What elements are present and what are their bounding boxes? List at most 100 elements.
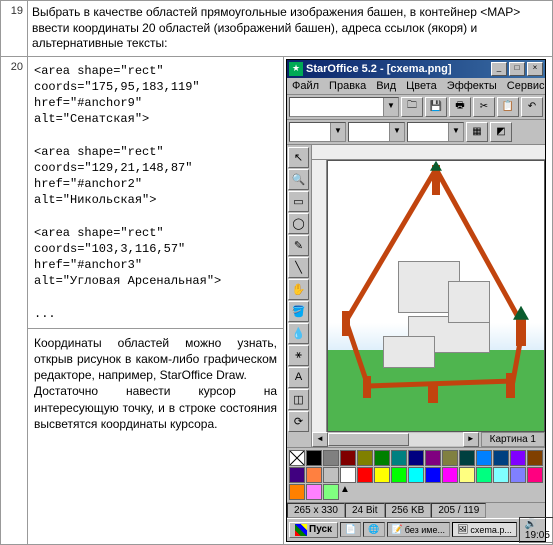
zoom-tool-icon[interactable]: 🔍	[288, 169, 309, 190]
canvas-tab[interactable]: Картина 1	[481, 432, 545, 447]
rect-tool-icon[interactable]: ▭	[288, 191, 309, 212]
taskbar-item[interactable]: 🌐	[363, 522, 384, 537]
minimize-button[interactable]: _	[491, 62, 507, 76]
app-icon: ★	[289, 62, 303, 76]
canvas[interactable]	[327, 160, 545, 432]
color-swatch[interactable]	[476, 450, 492, 466]
left-toolbox: ↖ 🔍 ▭ ◯ ✎ ╲ ✋ 🪣 💧 ⚹ A ◫ ⟳	[287, 145, 312, 447]
color-swatch[interactable]	[340, 467, 356, 483]
color-swatch[interactable]	[323, 450, 339, 466]
building-icon	[448, 281, 490, 323]
tower-icon	[516, 316, 526, 346]
eraser-tool-icon[interactable]: ◫	[288, 389, 309, 410]
combo-4[interactable]: ▼	[407, 122, 464, 142]
app-window: ★ StarOffice 5.2 - [cxema.png] _ □ × Фай…	[286, 59, 546, 542]
scroll-left-icon[interactable]: ◄	[312, 432, 328, 447]
combo-1[interactable]: ▼	[289, 97, 399, 117]
tower-icon	[506, 373, 515, 398]
ruler-horizontal	[312, 145, 545, 160]
color-swatch[interactable]	[408, 450, 424, 466]
taskbar-item[interactable]: 📝без име...	[387, 522, 450, 537]
color-palette: ▲	[287, 447, 545, 502]
no-color-swatch[interactable]	[289, 450, 305, 466]
window-title: StarOffice 5.2 - [cxema.png]	[306, 63, 491, 75]
tower-icon	[428, 383, 438, 403]
toolbar-button[interactable]: ✂	[473, 97, 495, 117]
color-swatch[interactable]	[391, 450, 407, 466]
menu-view[interactable]: Вид	[376, 80, 396, 92]
palette-scroll-icon[interactable]: ▲	[340, 484, 352, 498]
color-swatch[interactable]	[527, 450, 543, 466]
color-swatch[interactable]	[510, 467, 526, 483]
building-icon	[383, 336, 435, 368]
taskbar-item[interactable]: 📄	[340, 522, 361, 537]
color-swatch[interactable]	[459, 467, 475, 483]
color-swatch[interactable]	[510, 450, 526, 466]
combo-2[interactable]: ▼	[289, 122, 346, 142]
toolbar-2: ▼ ▼ ▼ ▦ ◩	[287, 120, 545, 145]
combo-3[interactable]: ▼	[348, 122, 405, 142]
color-swatch[interactable]	[391, 467, 407, 483]
color-swatch[interactable]	[306, 467, 322, 483]
pointer-tool-icon[interactable]: ↖	[288, 147, 309, 168]
code-block: <area shape="rect" coords="175,95,183,11…	[34, 63, 277, 322]
toolbar-button[interactable]: 📋	[497, 97, 519, 117]
color-swatch[interactable]	[289, 484, 305, 500]
toolbar-button[interactable]: 🖶	[449, 97, 471, 117]
color-swatch[interactable]	[323, 484, 339, 500]
color-swatch[interactable]	[459, 450, 475, 466]
eyedropper-tool-icon[interactable]: 💧	[288, 323, 309, 344]
color-swatch[interactable]	[340, 450, 356, 466]
spray-tool-icon[interactable]: ⚹	[288, 345, 309, 366]
close-button[interactable]: ×	[527, 62, 543, 76]
toolbar-1: ▼ 🗀 💾 🖶 ✂ 📋 ↶	[287, 95, 545, 120]
maximize-button[interactable]: □	[509, 62, 525, 76]
menubar: Файл Правка Вид Цвета Эффекты Сервис	[287, 78, 545, 95]
color-swatch[interactable]	[476, 467, 492, 483]
start-button[interactable]: Пуск	[289, 522, 338, 538]
color-swatch[interactable]	[408, 467, 424, 483]
rotate-tool-icon[interactable]: ⟳	[288, 411, 309, 432]
menu-edit[interactable]: Правка	[329, 80, 366, 92]
toolbar-button[interactable]: 🗀	[401, 97, 423, 117]
toolbar-button[interactable]: ▦	[466, 122, 488, 142]
status-bar: 265 x 330 24 Bit 256 KB 205 / 119	[287, 502, 545, 518]
color-swatch[interactable]	[442, 467, 458, 483]
menu-effects[interactable]: Эффекты	[447, 80, 497, 92]
fill-tool-icon[interactable]: 🪣	[288, 301, 309, 322]
color-swatch[interactable]	[425, 467, 441, 483]
toolbar-button[interactable]: 💾	[425, 97, 447, 117]
color-swatch[interactable]	[306, 484, 322, 500]
status-dimensions: 265 x 330	[287, 503, 345, 518]
toolbar-button[interactable]: ↶	[521, 97, 543, 117]
note-block: Координаты областей можно узнать, открыв…	[28, 328, 283, 438]
hand-tool-icon[interactable]: ✋	[288, 279, 309, 300]
ellipse-tool-icon[interactable]: ◯	[288, 213, 309, 234]
color-swatch[interactable]	[374, 467, 390, 483]
titlebar[interactable]: ★ StarOffice 5.2 - [cxema.png] _ □ ×	[287, 60, 545, 78]
line-tool-icon[interactable]: ╲	[288, 257, 309, 278]
color-swatch[interactable]	[493, 467, 509, 483]
color-swatch[interactable]	[357, 467, 373, 483]
color-swatch[interactable]	[306, 450, 322, 466]
menu-colors[interactable]: Цвета	[406, 80, 437, 92]
toolbar-button[interactable]: ◩	[490, 122, 512, 142]
color-swatch[interactable]	[357, 450, 373, 466]
color-swatch[interactable]	[442, 450, 458, 466]
windows-flag-icon	[295, 524, 307, 536]
color-swatch[interactable]	[323, 467, 339, 483]
color-swatch[interactable]	[527, 467, 543, 483]
color-swatch[interactable]	[289, 467, 305, 483]
menu-file[interactable]: Файл	[292, 80, 319, 92]
pencil-tool-icon[interactable]: ✎	[288, 235, 309, 256]
tower-icon	[342, 311, 350, 336]
text-tool-icon[interactable]: A	[288, 367, 309, 388]
scroll-right-icon[interactable]: ►	[463, 432, 479, 447]
color-swatch[interactable]	[374, 450, 390, 466]
color-swatch[interactable]	[425, 450, 441, 466]
taskbar-clock: 🔊 19:05	[519, 517, 553, 543]
menu-service[interactable]: Сервис	[507, 80, 545, 92]
taskbar-item-active[interactable]: 🖼cxema.p...	[452, 522, 517, 537]
color-swatch[interactable]	[493, 450, 509, 466]
scrollbar-horizontal[interactable]: ◄ ► Картина 1	[312, 432, 545, 447]
